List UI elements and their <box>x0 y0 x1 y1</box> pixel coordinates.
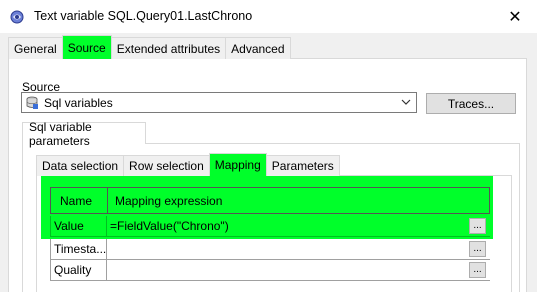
table-row[interactable]: Value =FieldValue("Chrono") ... <box>50 216 490 237</box>
app-icon <box>10 10 24 24</box>
inner-tabs: Data selection Row selection Mapping Par… <box>36 153 340 176</box>
row-name[interactable]: Timesta... <box>50 239 107 260</box>
main-tabs: General Source Extended attributes Advan… <box>8 35 291 59</box>
database-icon <box>26 96 38 109</box>
row-expression-text: =FieldValue("Chrono") <box>110 219 229 233</box>
grid-header: Name Mapping expression <box>50 187 490 214</box>
tab-row-selection[interactable]: Row selection <box>123 155 210 176</box>
row-expression[interactable]: ... <box>107 239 490 260</box>
column-header-mapping-expression[interactable]: Mapping expression <box>108 188 489 213</box>
tab-extended-attributes[interactable]: Extended attributes <box>110 37 227 59</box>
chevron-down-icon <box>401 99 411 105</box>
row-expression[interactable]: ... <box>107 260 490 281</box>
column-header-name[interactable]: Name <box>51 188 108 213</box>
close-icon: ✕ <box>508 8 522 26</box>
close-button[interactable]: ✕ <box>493 0 537 33</box>
ellipsis-button[interactable]: ... <box>469 241 486 257</box>
tab-advanced[interactable]: Advanced <box>225 37 291 59</box>
tab-general[interactable]: General <box>8 37 63 59</box>
tab-mapping[interactable]: Mapping <box>208 153 267 176</box>
row-expression[interactable]: =FieldValue("Chrono") ... <box>107 216 490 237</box>
traces-button[interactable]: Traces... <box>426 93 516 114</box>
ellipsis-button[interactable]: ... <box>469 218 486 234</box>
title-bar: Text variable SQL.Query01.LastChrono ✕ <box>0 0 537 33</box>
source-select[interactable]: Sql variables <box>21 92 417 113</box>
source-select-value: Sql variables <box>44 95 113 110</box>
tab-data-selection[interactable]: Data selection <box>36 155 125 176</box>
tab-source[interactable]: Source <box>61 35 112 59</box>
row-name[interactable]: Quality <box>50 260 107 281</box>
table-row[interactable]: Quality ... <box>50 260 490 281</box>
tab-parameters[interactable]: Parameters <box>265 155 340 176</box>
table-row[interactable]: Timesta... ... <box>50 239 490 260</box>
tab-sql-variable-parameters[interactable]: Sql variable parameters <box>22 120 146 148</box>
row-name[interactable]: Value <box>50 216 107 237</box>
ellipsis-button[interactable]: ... <box>469 262 486 278</box>
window-title: Text variable SQL.Query01.LastChrono <box>34 9 253 23</box>
